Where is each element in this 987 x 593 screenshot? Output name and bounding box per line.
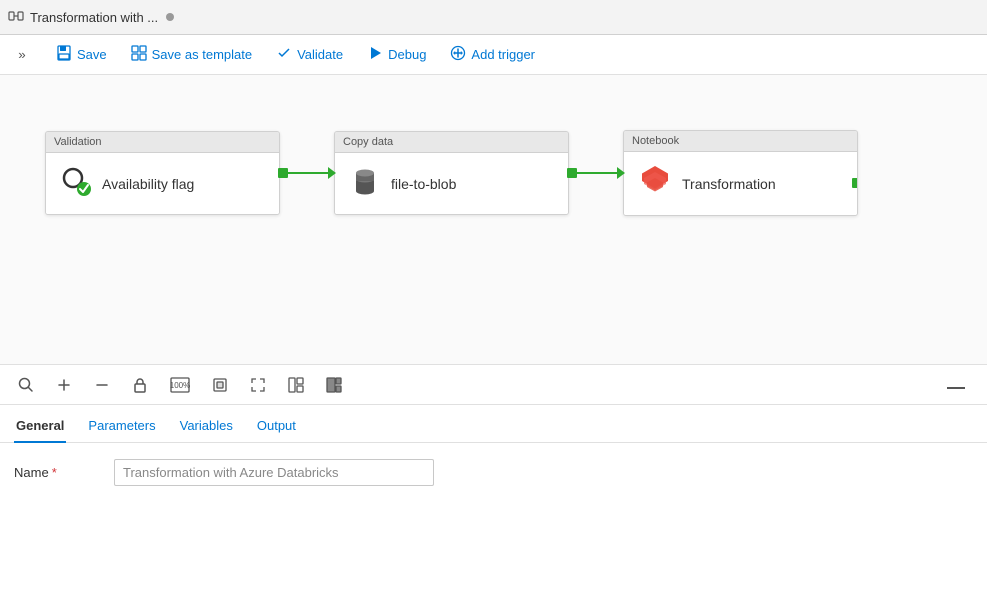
debug-icon (367, 45, 383, 65)
add-trigger-icon (450, 45, 466, 65)
save-template-icon (131, 45, 147, 65)
copy-data-node-body: file-to-blob (335, 153, 568, 214)
validation-node-header: Validation (46, 132, 279, 153)
name-input[interactable] (114, 459, 434, 486)
auto-layout-button[interactable] (284, 375, 308, 395)
notebook-node[interactable]: Notebook Transformation (623, 130, 858, 216)
tab-modified-dot (166, 13, 174, 21)
lock-button[interactable] (128, 375, 152, 395)
availability-flag-icon (60, 165, 92, 202)
pipeline-tab-icon (8, 8, 24, 27)
fit-to-window-button[interactable] (208, 375, 232, 395)
canvas-toolbar: 100% (0, 365, 987, 405)
tab-bar: Transformation with ... (0, 0, 987, 35)
validate-label: Validate (297, 47, 343, 62)
add-trigger-button[interactable]: Add trigger (440, 41, 545, 69)
zoom-out-button[interactable] (90, 375, 114, 395)
validation-node[interactable]: Validation Availability flag (45, 131, 280, 215)
save-as-template-button[interactable]: Save as template (121, 41, 262, 69)
save-icon (56, 45, 72, 65)
notebook-transformation-label: Transformation (682, 176, 776, 192)
svg-text:100%: 100% (170, 381, 190, 390)
notebook-node-header: Notebook (624, 131, 857, 152)
save-label: Save (77, 47, 107, 62)
properties-content: Name * (0, 443, 987, 502)
validate-button[interactable]: Validate (266, 41, 353, 69)
tab-variables[interactable]: Variables (178, 410, 235, 443)
save-button[interactable]: Save (46, 41, 117, 69)
copy-data-node-header: Copy data (335, 132, 568, 153)
databricks-icon (638, 164, 672, 203)
copy-data-label: file-to-blob (391, 176, 456, 192)
minimize-panel-button[interactable] (939, 372, 973, 397)
properties-panel: General Parameters Variables Output Name… (0, 405, 987, 593)
pipeline-flow: Validation Availability flag (45, 130, 858, 216)
tab-general[interactable]: General (14, 410, 66, 443)
tab-title: Transformation with ... (30, 10, 158, 25)
save-as-template-label: Save as template (152, 47, 252, 62)
arrow-2 (567, 167, 625, 179)
debug-label: Debug (388, 47, 426, 62)
expand-button[interactable] (246, 375, 270, 395)
minimap-button[interactable] (322, 375, 346, 395)
add-trigger-label: Add trigger (471, 47, 535, 62)
validation-node-body: Availability flag (46, 153, 279, 214)
validate-icon (276, 45, 292, 65)
main-toolbar: » Save Save as template Va (0, 35, 987, 75)
tab-output[interactable]: Output (255, 410, 298, 443)
pipeline-canvas[interactable]: Validation Availability flag (0, 75, 987, 365)
name-label: Name * (14, 465, 94, 480)
availability-flag-label: Availability flag (102, 176, 194, 192)
copy-data-node[interactable]: Copy data file-to-blob (334, 131, 569, 215)
properties-tabs: General Parameters Variables Output (0, 405, 987, 443)
collapse-button[interactable]: » (10, 43, 34, 67)
arrow-1 (278, 167, 336, 179)
zoom-in-button[interactable] (52, 375, 76, 395)
tab-parameters[interactable]: Parameters (86, 410, 157, 443)
name-form-row: Name * (14, 459, 973, 486)
zoom-100-button[interactable]: 100% (166, 375, 194, 395)
copy-data-icon (349, 165, 381, 202)
required-indicator: * (52, 465, 57, 480)
notebook-node-body: Transformation (624, 152, 857, 215)
debug-button[interactable]: Debug (357, 41, 436, 69)
search-button[interactable] (14, 375, 38, 395)
